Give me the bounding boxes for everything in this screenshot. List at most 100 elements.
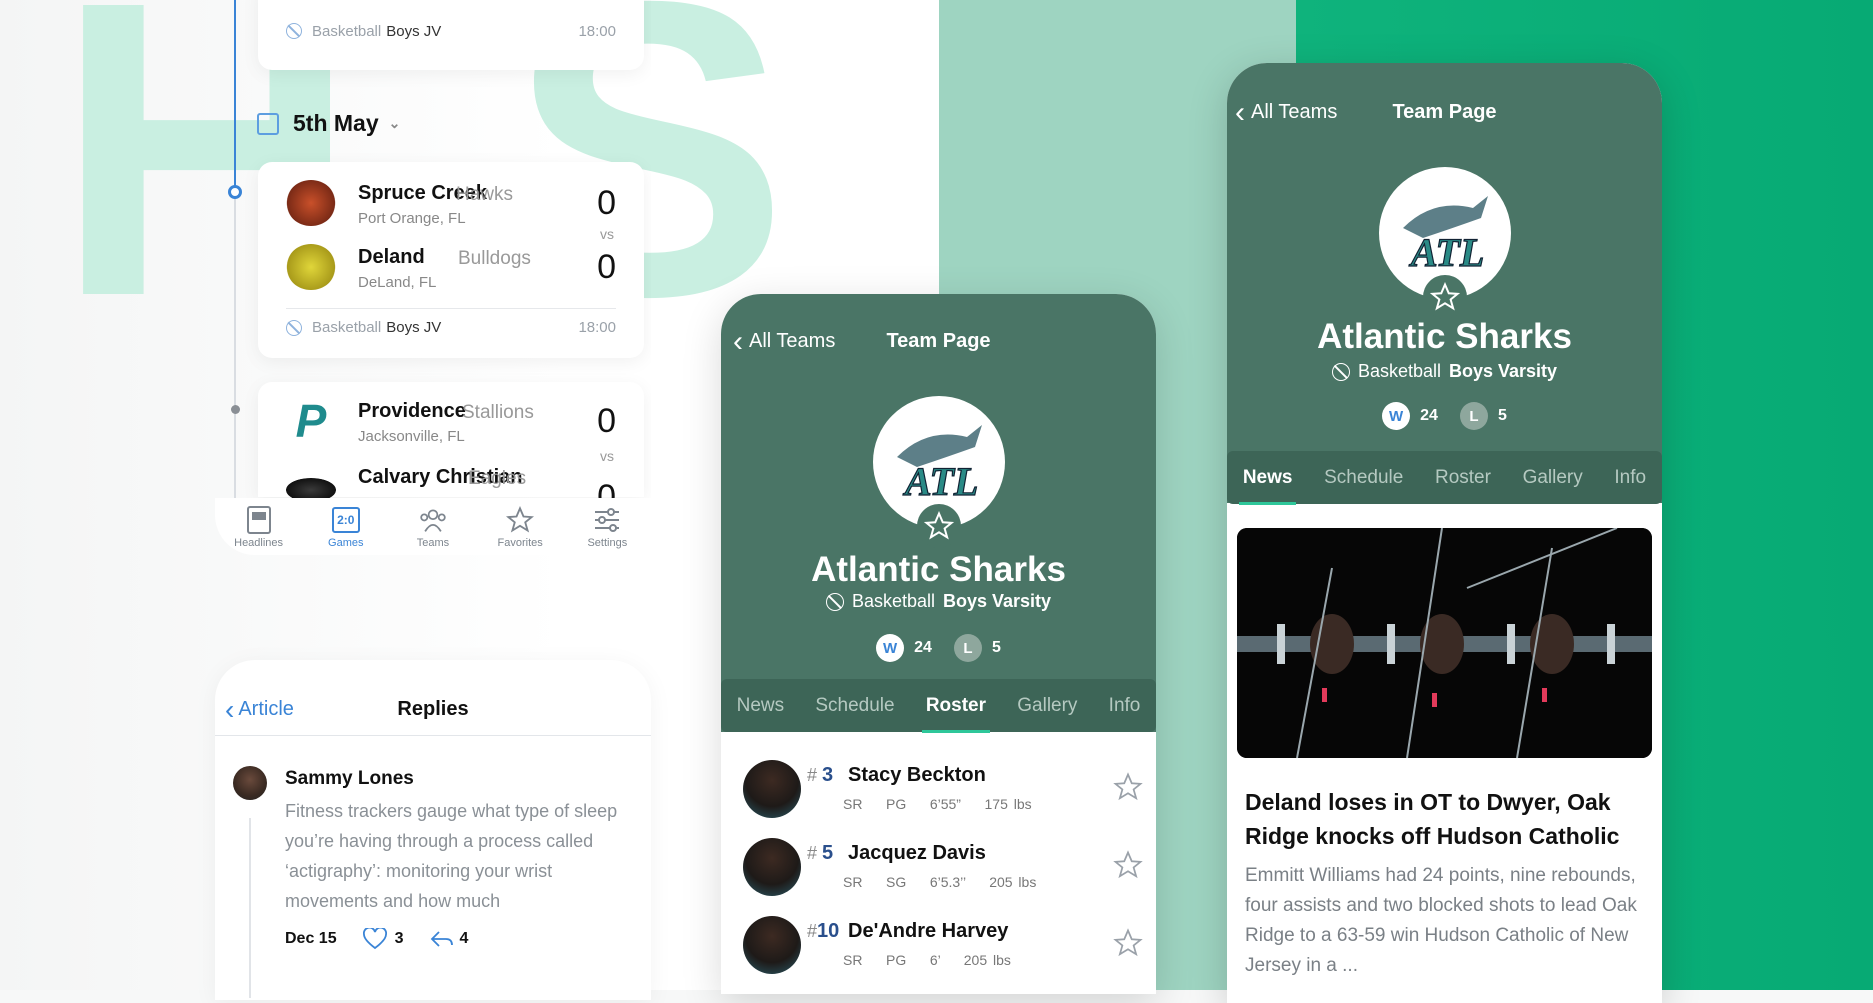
team-location: Jacksonville, FL xyxy=(358,428,465,445)
away-team-row: Deland Bulldogs DeLand, FL 0 xyxy=(286,244,616,296)
player-year: SR xyxy=(843,952,863,968)
player-height: 6’ xyxy=(929,952,941,968)
article-headline[interactable]: Deland loses in OT to Dwyer, Oak Ridge k… xyxy=(1245,785,1645,853)
comment-date: Dec 15 xyxy=(285,930,337,947)
team-logo-hawks xyxy=(286,180,336,226)
level-label: Boys Varsity xyxy=(943,591,1052,611)
favorite-player-button[interactable] xyxy=(1113,772,1143,807)
player-name: Stacy Beckton xyxy=(848,764,986,786)
tab-info[interactable]: Info xyxy=(1109,695,1141,717)
tab-label: Favorites xyxy=(497,537,543,549)
player-number: # 3 xyxy=(807,764,834,786)
star-icon xyxy=(1113,772,1143,801)
tab-schedule[interactable]: Schedule xyxy=(1324,467,1403,489)
player-year: SR xyxy=(843,796,863,812)
tab-roster[interactable]: Roster xyxy=(921,695,991,733)
page-title: Team Page xyxy=(1392,101,1497,123)
player-number: # 5 xyxy=(807,842,834,864)
favorite-button[interactable] xyxy=(916,504,961,548)
team-name: Providence xyxy=(358,400,466,422)
player-position: PG xyxy=(886,796,907,812)
player-weight: 205 lbs xyxy=(963,952,1011,968)
roster-row[interactable]: #10 De'Andre Harvey SR PG 6’ 205 lbs xyxy=(743,916,1143,986)
avatar[interactable] xyxy=(233,766,267,800)
page-title: Team Page xyxy=(886,330,991,352)
replies-header: ‹ Article Replies xyxy=(215,695,651,736)
team-record: W 24 L 5 xyxy=(1227,402,1662,430)
tab-teams[interactable]: Teams xyxy=(398,506,468,549)
timeline xyxy=(234,188,236,498)
comment-author[interactable]: Sammy Lones xyxy=(285,768,414,790)
game-footer: Basketball Boys JV 18:00 xyxy=(286,308,616,346)
losses-badge: L xyxy=(953,634,982,662)
tab-favorites[interactable]: Favorites xyxy=(485,506,555,549)
team-location: DeLand, FL xyxy=(358,274,437,291)
player-avatar xyxy=(743,760,801,818)
game-sport: Basketball xyxy=(312,22,382,40)
settings-icon xyxy=(593,506,621,534)
game-card[interactable]: Spruce Creek Hawks Port Orange, FL 0 vs … xyxy=(258,162,644,358)
article-summary: Emmitt Williams had 24 points, nine rebo… xyxy=(1245,865,1637,976)
tab-games[interactable]: 2:0 Games xyxy=(311,506,381,549)
player-meta: SR PG 6’55” 175 lbs xyxy=(843,796,1032,812)
tab-roster[interactable]: Roster xyxy=(1435,467,1491,489)
like-button[interactable]: 3 xyxy=(362,928,404,950)
player-position: PG xyxy=(886,952,907,968)
page-title: Replies xyxy=(397,698,469,720)
reply-count: 4 xyxy=(459,930,469,947)
player-weight: 175 lbs xyxy=(984,796,1032,812)
tab-info[interactable]: Info xyxy=(1614,467,1646,489)
date-header[interactable]: 5th May ⌄ xyxy=(257,110,400,137)
game-card[interactable]: P Providence Stallions Jacksonville, FL … xyxy=(258,382,644,516)
game-sport: Basketball xyxy=(312,319,382,336)
star-icon xyxy=(1429,282,1460,311)
tab-bar: Headlines 2:0 Games Teams Favorites Sett… xyxy=(215,498,651,555)
game-time: 18:00 xyxy=(578,319,616,336)
tab-settings[interactable]: Settings xyxy=(572,506,642,549)
sport-label: Basketball xyxy=(1357,361,1441,381)
roster-row[interactable]: # 5 Jacquez Davis SR SG 6’5.3’’ 205 lbs xyxy=(743,838,1143,908)
vs-label: vs xyxy=(600,226,614,242)
player-avatar xyxy=(743,838,801,896)
timeline-active xyxy=(234,0,236,188)
team-page-news: ‹ All Teams Team Page ATL Atlantic Shark… xyxy=(1227,63,1662,1003)
tab-headlines[interactable]: Headlines xyxy=(224,506,294,549)
basketball-icon xyxy=(1331,362,1350,381)
favorite-button[interactable] xyxy=(1422,275,1467,319)
games-icon-score: 2:0 xyxy=(331,507,360,533)
basketball-icon xyxy=(286,319,302,336)
calendar-icon xyxy=(257,112,279,135)
wins-count: 24 xyxy=(1420,407,1438,424)
team-score: 0 xyxy=(597,248,616,286)
tab-schedule[interactable]: Schedule xyxy=(815,695,894,717)
rowing-photo xyxy=(1237,528,1652,758)
favorite-player-button[interactable] xyxy=(1113,928,1143,963)
reply-button[interactable]: 4 xyxy=(430,930,469,948)
replies-screen: ‹ Article Replies Sammy Lones Fitness tr… xyxy=(215,660,651,1000)
tab-news[interactable]: News xyxy=(1238,467,1297,505)
tab-gallery[interactable]: Gallery xyxy=(1523,467,1583,489)
wins-badge: W xyxy=(876,634,905,662)
team-mascot: Hawks xyxy=(456,184,514,205)
player-height: 6’55” xyxy=(929,796,961,812)
star-icon xyxy=(923,511,954,540)
favorite-player-button[interactable] xyxy=(1113,850,1143,885)
tab-gallery[interactable]: Gallery xyxy=(1017,695,1077,717)
player-height: 6’5.3’’ xyxy=(929,874,966,890)
game-level: Boys JV xyxy=(386,319,442,336)
player-number-value: 10 xyxy=(817,920,840,942)
article-image[interactable] xyxy=(1237,528,1652,758)
tab-news[interactable]: News xyxy=(737,695,785,717)
comment-text: Fitness trackers gauge what type of slee… xyxy=(285,801,618,911)
tab-label: Teams xyxy=(416,537,450,549)
tab-label: Headlines xyxy=(234,537,284,549)
team-header: ‹ All Teams Team Page ATL Atlantic Shark… xyxy=(1227,63,1662,503)
date-label: 5th May xyxy=(293,110,379,136)
star-icon xyxy=(1113,928,1143,957)
player-weight: 205 lbs xyxy=(989,874,1037,890)
teams-icon xyxy=(419,506,447,534)
game-card[interactable]: Basketball Boys JV 18:00 xyxy=(258,0,644,70)
roster-row[interactable]: # 3 Stacy Beckton SR PG 6’55” 175 lbs xyxy=(743,760,1143,830)
home-team-row: Spruce Creek Hawks Port Orange, FL 0 xyxy=(286,180,616,232)
player-position: SG xyxy=(886,874,907,890)
